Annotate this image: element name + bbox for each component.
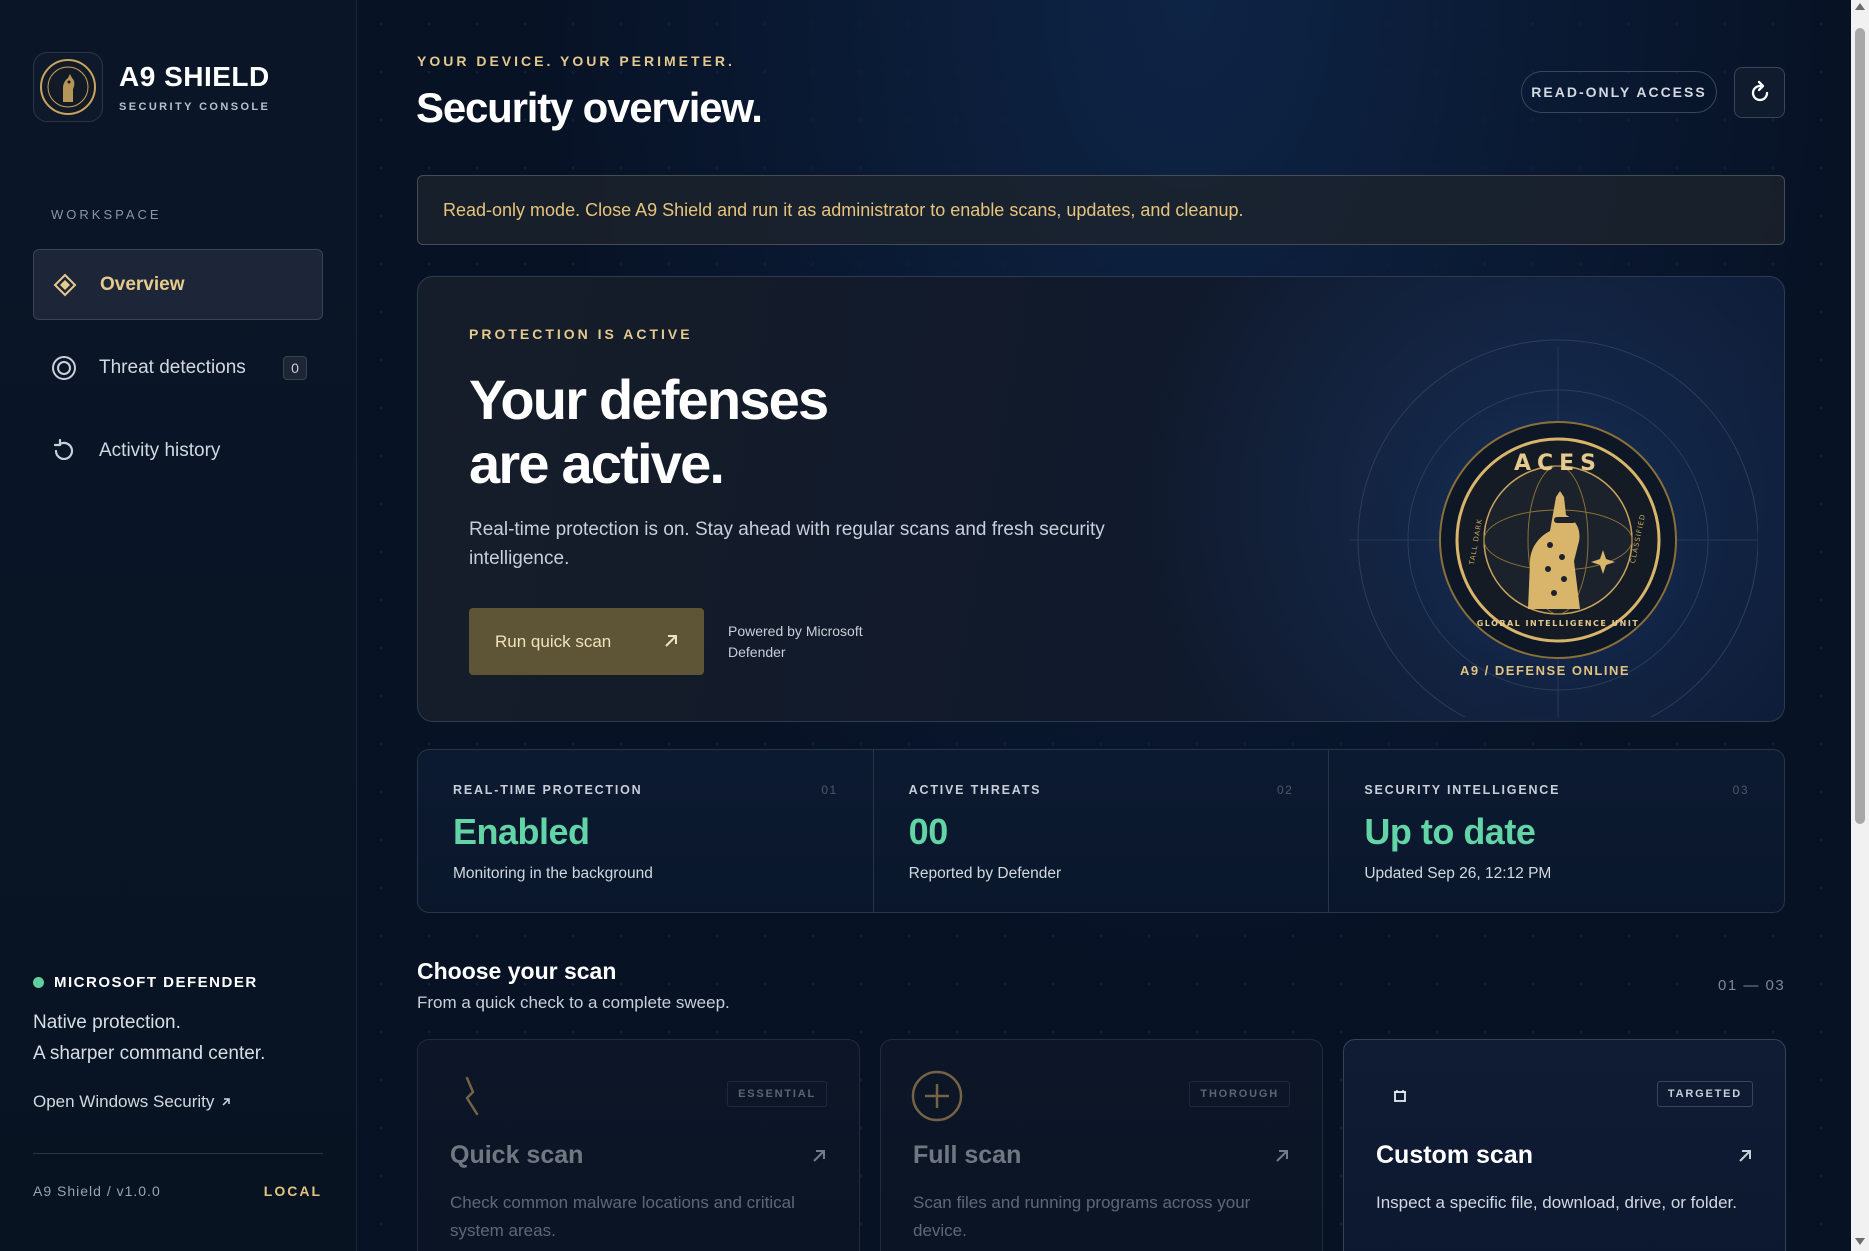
sidebar-item-label: Activity history <box>99 439 221 461</box>
open-windows-security-label: Open Windows Security <box>33 1092 215 1111</box>
scroll-up-arrow-icon[interactable] <box>1855 3 1865 10</box>
external-link-icon <box>222 1098 231 1106</box>
read-only-notice: Read-only mode. Close A9 Shield and run … <box>417 175 1785 245</box>
scan-range-indicator: 01 — 03 <box>1718 977 1786 994</box>
stat-value: Up to date <box>1364 811 1536 852</box>
stat-index: 03 <box>1732 783 1750 797</box>
status-stats: REAL-TIME PROTECTION 01 Enabled Monitori… <box>417 749 1785 913</box>
diamond-icon <box>50 270 80 300</box>
stat-index: 02 <box>1276 783 1294 797</box>
scan-section-subtitle: From a quick check to a complete sweep. <box>417 993 730 1012</box>
workspace-label: WORKSPACE <box>51 207 162 222</box>
stat-label: REAL-TIME PROTECTION <box>453 783 643 797</box>
aces-emblem-icon: ACES GLOBAL INTELLIGENCE UNIT TALL DARK … <box>1350 339 1758 717</box>
scrollbar-thumb[interactable] <box>1855 28 1865 824</box>
notice-text: Read-only mode. Close A9 Shield and run … <box>443 199 1244 220</box>
scroll-down-arrow-icon[interactable] <box>1855 1238 1865 1245</box>
sidebar-item-activity-history[interactable]: Activity history <box>33 415 323 486</box>
stat-label: SECURITY INTELLIGENCE <box>1364 783 1561 797</box>
sidebar-item-label: Overview <box>100 273 185 295</box>
emblem-text-top: ACES <box>1514 451 1602 476</box>
main-content: YOUR DEVICE. YOUR PERIMETER. Security ov… <box>357 0 1869 1251</box>
brand-subtitle: SECURITY CONSOLE <box>119 101 271 113</box>
defender-tagline-1: Native protection. <box>33 1012 181 1033</box>
target-icon <box>49 353 79 383</box>
defender-tagline-2: A sharper command center. <box>33 1043 266 1064</box>
giraffe-emblem-icon <box>33 52 103 122</box>
stat-label: ACTIVE THREATS <box>908 783 1042 797</box>
crosshair-icon <box>1374 1070 1426 1122</box>
card-tag: THOROUGH <box>1189 1081 1290 1107</box>
arrow-up-right-icon <box>665 635 677 647</box>
page-eyebrow: YOUR DEVICE. YOUR PERIMETER. <box>417 53 735 69</box>
card-tag: ESSENTIAL <box>727 1081 827 1107</box>
run-quick-scan-label: Run quick scan <box>495 631 612 651</box>
arrow-up-right-icon <box>813 1150 825 1162</box>
card-title: Quick scan <box>450 1141 584 1169</box>
scan-section-title: Choose your scan <box>417 958 617 984</box>
arrow-up-right-icon <box>1276 1150 1288 1162</box>
stat-subtext: Monitoring in the background <box>453 865 653 882</box>
defender-status: MICROSOFT DEFENDER <box>33 974 258 991</box>
lightning-icon <box>448 1070 500 1122</box>
stat-index: 01 <box>821 783 838 797</box>
card-description: Check common malware locations and criti… <box>450 1193 795 1240</box>
protection-hero: PROTECTION IS ACTIVE Your defenses are a… <box>417 276 1785 722</box>
hero-eyebrow: PROTECTION IS ACTIVE <box>469 326 693 342</box>
hero-title-line-1: Your defenses <box>469 368 829 431</box>
plus-circle-icon <box>911 1070 963 1122</box>
divider <box>33 1153 323 1154</box>
status-dot <box>33 977 44 988</box>
threat-count-badge: 0 <box>283 355 307 380</box>
stat-subtext: Updated Sep 26, 12:12 PM <box>1364 865 1552 882</box>
card-description: Inspect a specific file, download, drive… <box>1376 1193 1737 1212</box>
emblem-text-bottom: GLOBAL INTELLIGENCE UNIT <box>1477 619 1640 628</box>
sidebar-item-overview[interactable]: Overview <box>33 249 323 320</box>
read-only-access-badge: READ-ONLY ACCESS <box>1521 71 1717 113</box>
hero-title: Your defenses are active. <box>469 368 989 496</box>
sidebar: A9 SHIELD SECURITY CONSOLE WORKSPACE Ove… <box>0 0 357 1251</box>
open-windows-security-link[interactable]: Open Windows Security <box>33 1092 232 1112</box>
defender-status-title: MICROSOFT DEFENDER <box>54 974 258 991</box>
app-window: A9 SHIELD SECURITY CONSOLE WORKSPACE Ove… <box>0 0 1869 1251</box>
sidebar-item-threat-detections[interactable]: Threat detections 0 <box>33 332 323 403</box>
mode-label: LOCAL <box>263 1183 322 1199</box>
emblem-caption: A9 / DEFENSE ONLINE <box>1459 663 1631 678</box>
card-title: Full scan <box>913 1141 1022 1169</box>
run-quick-scan-button[interactable]: Run quick scan <box>469 608 704 675</box>
hero-title-line-2: are active. <box>469 432 725 495</box>
vertical-scrollbar[interactable] <box>1851 0 1869 1251</box>
history-icon <box>49 436 79 466</box>
brand-name: A9 SHIELD <box>119 61 270 92</box>
stat-security-intelligence: SECURITY INTELLIGENCE 03 Up to date Upda… <box>1329 750 1784 912</box>
stat-value: Enabled <box>453 811 590 852</box>
card-title: Custom scan <box>1376 1141 1533 1169</box>
sidebar-item-label: Threat detections <box>99 356 246 378</box>
stat-subtext: Reported by Defender <box>908 865 1062 882</box>
brand: A9 SHIELD SECURITY CONSOLE <box>33 52 270 122</box>
refresh-icon <box>1751 80 1768 101</box>
card-tag: TARGETED <box>1656 1081 1753 1107</box>
quick-scan-card[interactable]: ESSENTIAL Quick scan Check common malwar… <box>417 1039 860 1251</box>
hero-description: Real-time protection is on. Stay ahead w… <box>469 519 1105 569</box>
stat-value: 00 <box>908 811 949 852</box>
powered-by-label: Powered by Microsoft Defender <box>728 623 863 660</box>
app-version: A9 Shield / v1.0.0 <box>33 1183 161 1199</box>
refresh-button[interactable] <box>1734 67 1785 118</box>
full-scan-card[interactable]: THOROUGH Full scan Scan files and runnin… <box>880 1039 1323 1251</box>
card-description: Scan files and running programs across y… <box>913 1193 1251 1240</box>
stat-real-time-protection: REAL-TIME PROTECTION 01 Enabled Monitori… <box>418 750 874 912</box>
arrow-up-right-icon <box>1739 1150 1751 1162</box>
page-title: Security overview. <box>416 84 763 131</box>
custom-scan-card[interactable]: TARGETED Custom scan Inspect a specific … <box>1343 1039 1786 1251</box>
stat-active-threats: ACTIVE THREATS 02 00 Reported by Defende… <box>874 750 1330 912</box>
